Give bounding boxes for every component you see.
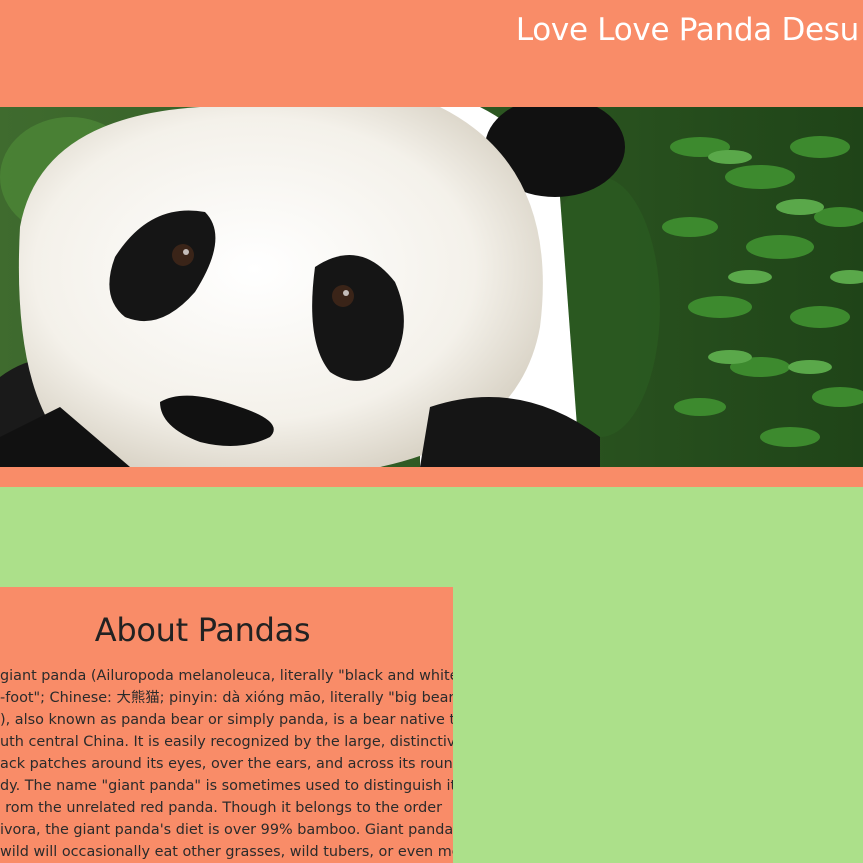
- about-line: rom the unrelated red panda. Though it b…: [5, 800, 442, 816]
- site-header: Love Love Panda Desu: [0, 0, 863, 107]
- about-line: -foot"; Chinese: 大熊猫; pinyin: dà xióng m…: [0, 690, 453, 706]
- about-line: uth central China. It is easily recogniz…: [0, 734, 453, 750]
- about-line: ), also known as panda bear or simply pa…: [0, 712, 453, 728]
- about-line: ack patches around its eyes, over the ea…: [0, 756, 453, 772]
- about-line: giant panda (Ailuropoda melanoleuca, lit…: [0, 668, 453, 684]
- site-title: Love Love Panda Desu: [515, 12, 859, 48]
- about-line: dy. The name "giant panda" is sometimes …: [0, 778, 453, 794]
- about-paragraph: giant panda (Ailuropoda melanoleuca, lit…: [0, 665, 453, 863]
- hero-band: [0, 467, 863, 487]
- about-title: About Pandas: [94, 611, 311, 649]
- about-section: About Pandas giant panda (Ailuropoda mel…: [0, 587, 453, 863]
- panda-photo: [0, 107, 863, 467]
- about-line: wild will occasionally eat other grasses…: [0, 844, 453, 860]
- about-line: ivora, the giant panda's diet is over 99…: [0, 822, 453, 838]
- hero-image: [0, 107, 863, 467]
